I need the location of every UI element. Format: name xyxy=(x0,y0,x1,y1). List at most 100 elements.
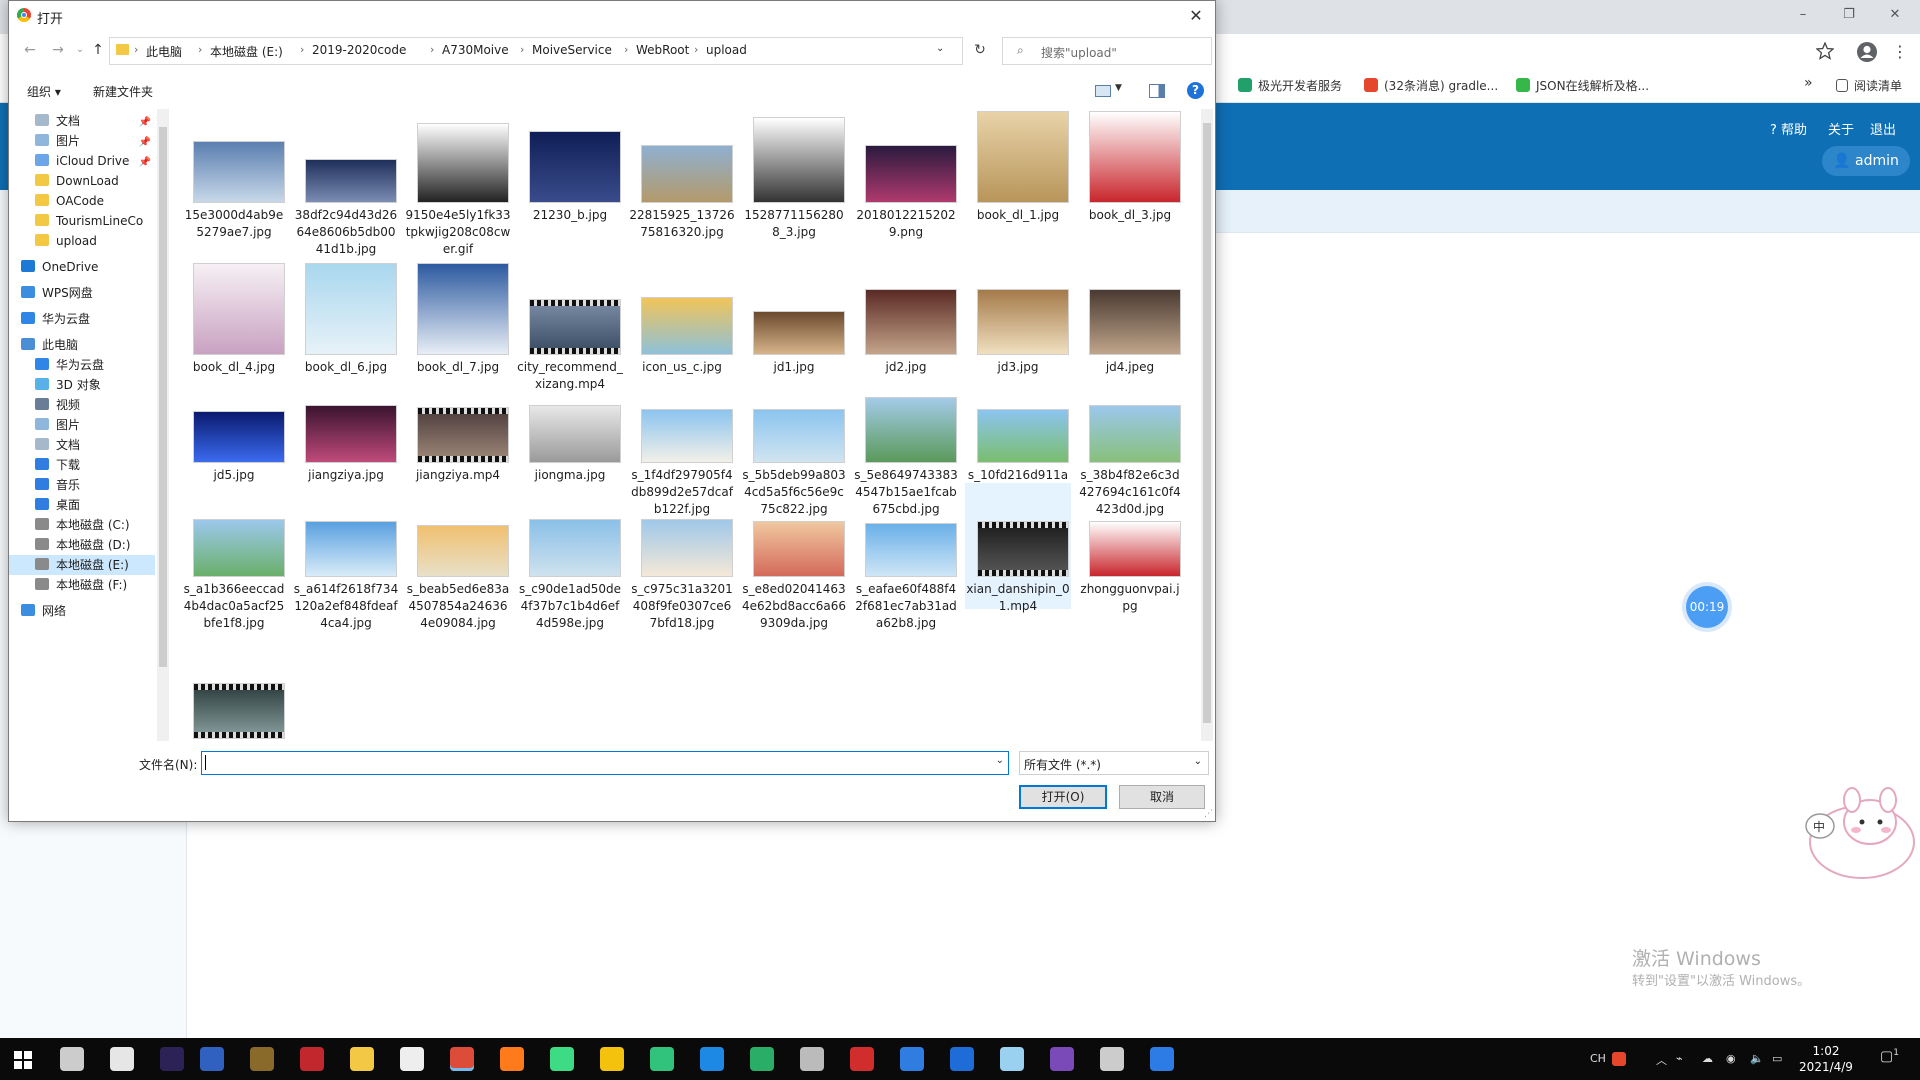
file-item[interactable]: jiongma.jpg xyxy=(517,369,623,483)
file-item[interactable]: s_1f4df297905f4db899d2e57dcafb122f.jpg xyxy=(629,369,735,516)
pencil-app-icon[interactable] xyxy=(1150,1047,1174,1071)
file-item[interactable]: xian_danshipin_01.mp4 xyxy=(965,483,1071,613)
file-item[interactable]: book_dl_3.jpg xyxy=(1077,109,1183,261)
ime-indicator[interactable]: CH xyxy=(1590,1052,1606,1065)
display-tray-icon[interactable]: ▭ xyxy=(1772,1052,1782,1065)
nav-item[interactable]: 图片 xyxy=(35,415,155,435)
back-arrow-icon[interactable]: ← xyxy=(21,41,39,59)
nav-item[interactable]: TourismLineCo xyxy=(35,211,155,231)
file-item[interactable]: 9150e4e5ly1fk33tpkwjig208c08cwer.gif xyxy=(405,109,511,261)
file-item[interactable]: 15e3000d4ab9e5279ae7.jpg xyxy=(181,109,287,261)
search-input[interactable]: ⌕ 搜索"upload" xyxy=(1002,37,1212,65)
profile-avatar-icon[interactable] xyxy=(1856,41,1878,63)
file-item[interactable]: s_5b5deb99a8034cd5a5f6c56e9c75c822.jpg xyxy=(741,369,847,516)
breadcrumb-item[interactable]: MoiveService xyxy=(532,43,612,57)
clock[interactable]: 1:02 2021/4/9 xyxy=(1786,1043,1866,1075)
volume-muted-icon[interactable]: 🔈 xyxy=(1750,1052,1764,1065)
notepad-icon[interactable] xyxy=(1000,1047,1024,1071)
nav-item[interactable]: 本地磁盘 (F:) xyxy=(35,575,155,595)
nav-item[interactable]: 本地磁盘 (C:) xyxy=(35,515,155,535)
breadcrumb-item[interactable]: A730Moive xyxy=(442,43,509,57)
file-item[interactable]: s_eafae60f488f42f681ec7ab31ada62b8.jpg xyxy=(853,483,959,630)
nav-item[interactable]: 此电脑 xyxy=(21,335,155,355)
file-item[interactable]: s_38b4f82e6c3d427694c161c0f4423d0d.jpg xyxy=(1077,369,1183,516)
reading-list-button[interactable]: 阅读清单 xyxy=(1836,77,1902,95)
photos-icon[interactable] xyxy=(950,1047,974,1071)
files-scrollbar[interactable] xyxy=(1201,109,1213,741)
nav-item[interactable]: 文档 📌 xyxy=(35,111,155,131)
file-item[interactable]: 20180122152029.png xyxy=(853,109,959,261)
minimize-icon[interactable]: – xyxy=(1780,0,1826,30)
logout-link[interactable]: 退出 xyxy=(1870,119,1896,138)
nav-item[interactable]: OneDrive xyxy=(21,257,155,277)
nav-item[interactable]: OACode xyxy=(35,191,155,211)
file-item[interactable]: jiangziya.mp4 xyxy=(405,369,511,483)
steam-icon[interactable] xyxy=(300,1047,324,1071)
nav-item[interactable]: 本地磁盘 (D:) xyxy=(35,535,155,555)
eclipse-icon[interactable] xyxy=(160,1047,184,1071)
nav-item[interactable]: 华为云盘 xyxy=(21,309,155,329)
task-view-icon[interactable] xyxy=(60,1047,84,1071)
nav-item[interactable]: WPS网盘 xyxy=(21,283,155,303)
forward-arrow-icon[interactable]: → xyxy=(49,41,67,59)
sogou-icon[interactable] xyxy=(1612,1052,1626,1066)
breadcrumb-item[interactable]: WebRoot xyxy=(636,43,689,57)
cancel-button[interactable]: 取消 xyxy=(1119,785,1205,809)
vscode-icon[interactable] xyxy=(700,1047,724,1071)
nav-item[interactable]: DownLoad xyxy=(35,171,155,191)
nav-item[interactable]: 桌面 xyxy=(35,495,155,515)
file-item[interactable]: 21230_b.jpg xyxy=(517,109,623,261)
admin-user-button[interactable]: 👤 admin xyxy=(1822,146,1910,176)
help-link[interactable]: ? 帮助 xyxy=(1770,119,1807,138)
bookmark-item[interactable]: 极光开发者服务 xyxy=(1238,77,1342,95)
scrollbar-thumb[interactable] xyxy=(1203,123,1211,723)
file-item[interactable]: s_c90de1ad50de4f37b7c1b4d6ef4d598e.jpg xyxy=(517,483,623,630)
nav-item[interactable]: 视频 xyxy=(35,395,155,415)
breadcrumb-item[interactable]: 2019-2020code xyxy=(312,43,406,57)
chevron-down-icon[interactable]: ⌄ xyxy=(936,43,944,54)
bookmark-item[interactable]: JSON在线解析及格... xyxy=(1516,77,1649,95)
nav-item[interactable]: 网络 xyxy=(21,601,155,621)
up-arrow-icon[interactable]: ↑ xyxy=(89,41,107,59)
wechat-icon[interactable] xyxy=(750,1047,774,1071)
pin-icon[interactable]: 📌 xyxy=(139,113,151,133)
file-item[interactable]: 38df2c94d43d2664e8606b5db0041d1b.jpg xyxy=(293,109,399,261)
navicat-icon[interactable] xyxy=(800,1047,824,1071)
resize-grip-icon[interactable]: ⋰ xyxy=(1204,809,1213,819)
nav-item[interactable]: 华为云盘 xyxy=(35,355,155,375)
refresh-icon[interactable]: ↻ xyxy=(971,41,989,59)
snipping-tool-icon[interactable] xyxy=(1100,1047,1124,1071)
file-type-select[interactable]: 所有文件 (*.*) ⌄ xyxy=(1019,751,1209,775)
bookmarks-overflow-button[interactable]: » xyxy=(1804,75,1813,93)
nav-item[interactable]: 文档 xyxy=(35,435,155,455)
new-folder-button[interactable]: 新建文件夹 xyxy=(93,83,153,100)
nav-scrollbar[interactable] xyxy=(157,109,169,741)
file-item[interactable]: s_e8ed020414634e62bd8acc6a669309da.jpg xyxy=(741,483,847,630)
notification-icon[interactable]: ▢1 xyxy=(1880,1048,1899,1065)
window-close-icon[interactable]: ✕ xyxy=(1872,0,1918,30)
help-icon[interactable]: ? xyxy=(1187,82,1204,99)
android-studio-icon[interactable] xyxy=(550,1047,574,1071)
file-item[interactable]: zhongguonvpai.mp4 xyxy=(181,645,287,741)
breadcrumb-item[interactable]: 此电脑 xyxy=(146,43,182,60)
file-item[interactable]: s_c975c31a3201408f9fe0307ce67bfd18.jpg xyxy=(629,483,735,630)
onedrive-tray-icon[interactable]: ☁ xyxy=(1702,1052,1713,1065)
browser-globe-icon[interactable] xyxy=(200,1047,224,1071)
file-item[interactable]: book_dl_1.jpg xyxy=(965,109,1071,261)
store-icon[interactable] xyxy=(110,1047,134,1071)
nav-item[interactable]: 本地磁盘 (E:) xyxy=(9,555,155,575)
chrome-icon[interactable] xyxy=(450,1047,474,1071)
file-item[interactable]: s_a1b366eeccad4b4dac0a5acf25bfe1f8.jpg xyxy=(181,483,287,630)
qq-icon[interactable] xyxy=(400,1047,424,1071)
sticky-notes-icon[interactable] xyxy=(600,1047,624,1071)
file-explorer-icon[interactable] xyxy=(350,1047,374,1071)
preview-pane-icon[interactable] xyxy=(1149,84,1165,98)
nav-item[interactable]: 音乐 xyxy=(35,475,155,495)
winrar-icon[interactable] xyxy=(250,1047,274,1071)
organize-menu[interactable]: 组织 ▾ xyxy=(27,83,61,100)
view-options-icon[interactable] xyxy=(1095,85,1111,97)
breadcrumb[interactable]: › 此电脑 › 本地磁盘 (E:) › 2019-2020code › A730… xyxy=(109,37,963,65)
pin-icon[interactable]: 📌 xyxy=(139,153,151,173)
file-item[interactable]: jiangziya.jpg xyxy=(293,369,399,483)
chevron-up-icon[interactable]: ︿ xyxy=(1656,1052,1667,1068)
